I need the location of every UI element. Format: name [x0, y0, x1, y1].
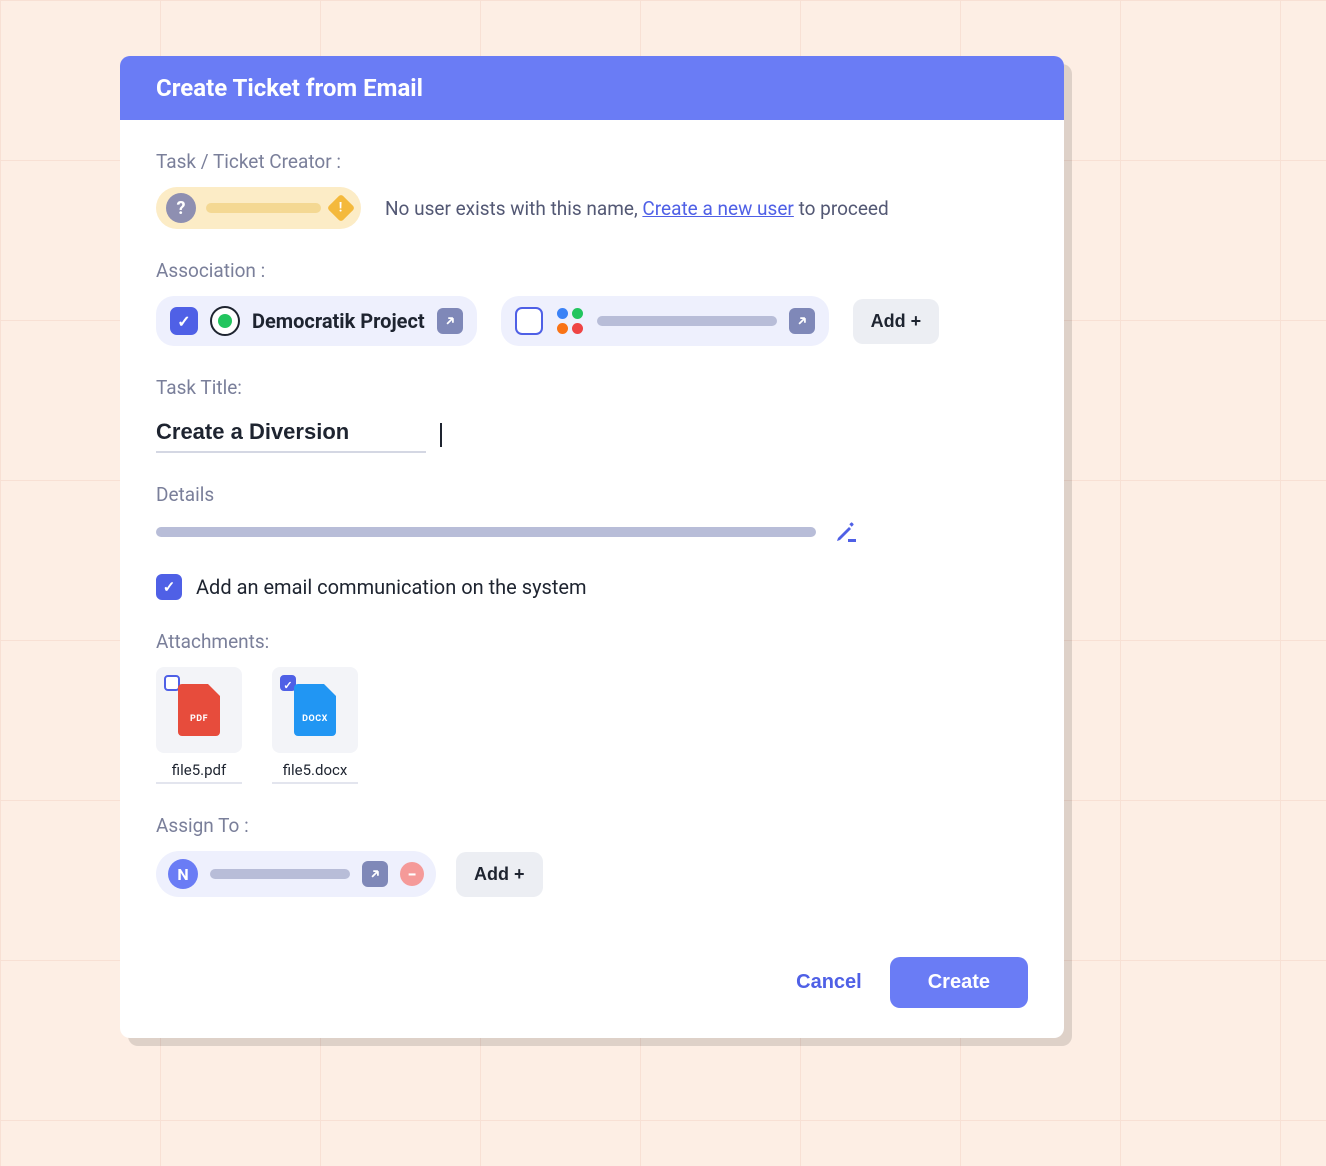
- task-title-section: Task Title:: [156, 376, 1028, 453]
- edit-icon[interactable]: [834, 520, 858, 544]
- avatar: N: [168, 859, 198, 889]
- app-grid-icon: [555, 306, 585, 336]
- email-communication-checkbox[interactable]: [156, 574, 182, 600]
- attachment-item[interactable]: PDF file5.pdf: [156, 667, 242, 784]
- creator-label: Task / Ticket Creator :: [156, 150, 1028, 173]
- project-icon: [210, 306, 240, 336]
- creator-message: No user exists with this name, Create a …: [385, 197, 889, 220]
- text-cursor: [440, 423, 443, 447]
- association-item-second[interactable]: [501, 296, 829, 346]
- association-section: Association : Democratik Project: [156, 259, 1028, 346]
- details-label: Details: [156, 483, 1028, 506]
- assign-to-section: Assign To : N − Add +: [156, 814, 1028, 897]
- creator-section: Task / Ticket Creator : ? ! No user exis…: [156, 150, 1028, 229]
- modal-footer: Cancel Create: [156, 927, 1028, 1008]
- attachment-filename: file5.pdf: [156, 761, 242, 784]
- open-icon[interactable]: [362, 861, 388, 887]
- open-icon[interactable]: [437, 308, 463, 334]
- assignee-chip[interactable]: N −: [156, 851, 436, 897]
- docx-file-icon: DOCX: [294, 684, 336, 736]
- open-icon[interactable]: [789, 308, 815, 334]
- association-checkbox[interactable]: [170, 307, 198, 335]
- attachments-section: Attachments: PDF file5.pdf DOC: [156, 630, 1028, 784]
- cancel-button[interactable]: Cancel: [796, 971, 862, 994]
- remove-assignee-icon[interactable]: −: [400, 862, 424, 886]
- warning-icon: !: [327, 194, 355, 222]
- task-title-label: Task Title:: [156, 376, 1028, 399]
- modal-title: Create Ticket from Email: [120, 56, 1064, 120]
- details-placeholder-bar: [156, 527, 816, 537]
- association-label: Association :: [156, 259, 1028, 282]
- association-checkbox[interactable]: [515, 307, 543, 335]
- assignee-placeholder-bar: [210, 869, 350, 879]
- association-item-democratik[interactable]: Democratik Project: [156, 296, 477, 346]
- attachment-filename: file5.docx: [272, 761, 358, 784]
- attachments-label: Attachments:: [156, 630, 1028, 653]
- create-ticket-modal: Create Ticket from Email Task / Ticket C…: [120, 56, 1064, 1038]
- create-button[interactable]: Create: [890, 957, 1028, 1008]
- attachment-item[interactable]: DOCX file5.docx: [272, 667, 358, 784]
- association-name: Democratik Project: [252, 309, 425, 333]
- task-title-input[interactable]: [156, 413, 426, 453]
- add-association-button[interactable]: Add +: [853, 299, 940, 344]
- email-communication-row: Add an email communication on the system: [156, 574, 1028, 600]
- pdf-file-icon: PDF: [178, 684, 220, 736]
- assign-to-label: Assign To :: [156, 814, 1028, 837]
- email-communication-label: Add an email communication on the system: [196, 575, 587, 599]
- create-new-user-link[interactable]: Create a new user: [642, 197, 793, 220]
- creator-chip[interactable]: ? !: [156, 187, 361, 229]
- add-assignee-button[interactable]: Add +: [456, 852, 543, 897]
- details-section: Details: [156, 483, 1028, 544]
- unknown-user-icon: ?: [166, 193, 196, 223]
- association-placeholder-bar: [597, 316, 777, 326]
- creator-placeholder-bar: [206, 203, 321, 213]
